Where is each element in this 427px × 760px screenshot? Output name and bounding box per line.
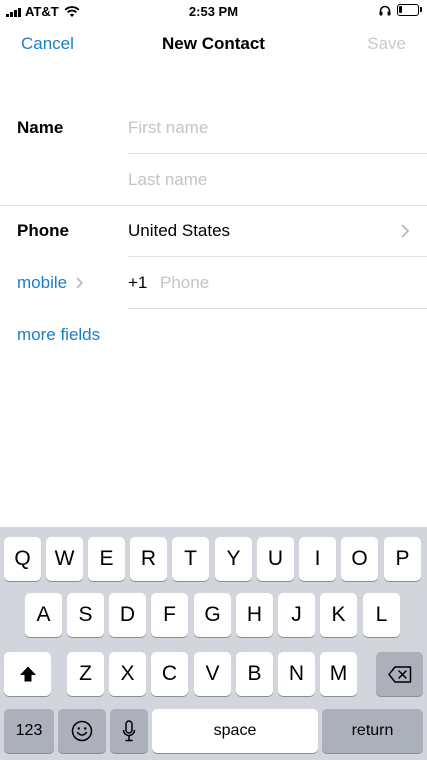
emoji-key[interactable] bbox=[58, 709, 106, 753]
chevron-right-icon[interactable] bbox=[401, 224, 410, 238]
key-b[interactable]: B bbox=[236, 652, 273, 696]
key-e[interactable]: E bbox=[88, 537, 125, 581]
key-d[interactable]: D bbox=[109, 593, 146, 637]
key-j[interactable]: J bbox=[278, 593, 315, 637]
key-q[interactable]: Q bbox=[4, 537, 41, 581]
phone-field[interactable]: Phone bbox=[160, 273, 209, 293]
save-button[interactable]: Save bbox=[367, 34, 406, 54]
key-z[interactable]: Z bbox=[67, 652, 104, 696]
backspace-icon bbox=[387, 665, 411, 683]
phone-label: Phone bbox=[17, 221, 69, 240]
key-k[interactable]: K bbox=[320, 593, 357, 637]
return-key[interactable]: return bbox=[322, 709, 423, 753]
phone-type-selector[interactable]: mobile bbox=[17, 273, 67, 293]
key-a[interactable]: A bbox=[25, 593, 62, 637]
key-t[interactable]: T bbox=[172, 537, 209, 581]
key-v[interactable]: V bbox=[194, 652, 231, 696]
key-w[interactable]: W bbox=[46, 537, 83, 581]
emoji-icon bbox=[71, 720, 93, 742]
keyboard: Q W E R T Y U I O P A S D F G H J K L Z … bbox=[0, 527, 427, 760]
divider bbox=[128, 256, 427, 257]
divider bbox=[128, 308, 427, 309]
battery-icon bbox=[397, 4, 422, 16]
key-f[interactable]: F bbox=[151, 593, 188, 637]
status-time: 2:53 PM bbox=[188, 4, 239, 19]
key-r[interactable]: R bbox=[130, 537, 167, 581]
country-code: +1 bbox=[128, 273, 148, 292]
dictation-key[interactable] bbox=[110, 709, 148, 753]
key-x[interactable]: X bbox=[109, 652, 146, 696]
country-selector[interactable]: United States bbox=[128, 221, 230, 241]
key-g[interactable]: G bbox=[194, 593, 231, 637]
backspace-key[interactable] bbox=[376, 652, 423, 696]
key-u[interactable]: U bbox=[257, 537, 294, 581]
key-s[interactable]: S bbox=[67, 593, 104, 637]
key-y[interactable]: Y bbox=[215, 537, 252, 581]
key-i[interactable]: I bbox=[299, 537, 336, 581]
space-key[interactable]: space bbox=[152, 709, 318, 753]
chevron-right-icon[interactable] bbox=[76, 277, 84, 289]
shift-icon bbox=[19, 666, 36, 682]
key-h[interactable]: H bbox=[236, 593, 273, 637]
shift-key[interactable] bbox=[4, 652, 51, 696]
new-contact-screen: AT&T 2:53 PM Cancel New Contact Save Nam… bbox=[0, 0, 427, 760]
key-l[interactable]: L bbox=[363, 593, 400, 637]
divider bbox=[128, 153, 427, 154]
key-n[interactable]: N bbox=[278, 652, 315, 696]
numbers-key[interactable]: 123 bbox=[4, 709, 54, 753]
status-bar: AT&T 2:53 PM bbox=[0, 0, 427, 24]
status-right bbox=[379, 4, 422, 16]
navigation-bar: Cancel New Contact Save bbox=[0, 24, 427, 64]
first-name-field[interactable]: First name bbox=[128, 118, 208, 138]
headphones-icon bbox=[379, 5, 391, 15]
battery-fill bbox=[399, 6, 402, 13]
more-fields-link[interactable]: more fields bbox=[17, 325, 100, 345]
key-m[interactable]: M bbox=[320, 652, 357, 696]
key-c[interactable]: C bbox=[151, 652, 188, 696]
key-o[interactable]: O bbox=[341, 537, 378, 581]
page-title: New Contact bbox=[162, 34, 265, 53]
key-p[interactable]: P bbox=[384, 537, 421, 581]
name-label: Name bbox=[17, 118, 64, 137]
last-name-field[interactable]: Last name bbox=[128, 170, 207, 190]
divider bbox=[0, 205, 427, 206]
microphone-icon bbox=[122, 720, 136, 742]
